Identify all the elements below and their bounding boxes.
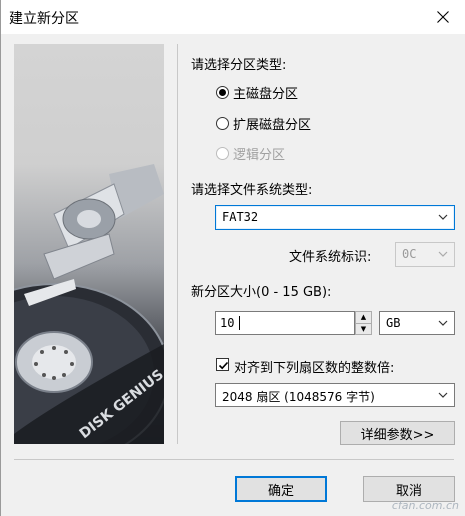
filesystem-type-value: FAT32 (222, 210, 259, 224)
close-icon (437, 11, 449, 23)
radio-indicator (216, 117, 229, 130)
radio-extended-label: 扩展磁盘分区 (233, 118, 312, 133)
align-sectors-select[interactable]: 2048 扇区 (1048576 字节) (215, 383, 455, 407)
radio-primary-partition[interactable]: 主磁盘分区 (216, 83, 298, 102)
checkmark-icon (218, 361, 229, 370)
title-bar: 建立新分区 (1, 0, 465, 34)
spin-up-icon[interactable]: ▲ (356, 312, 371, 323)
radio-primary-label: 主磁盘分区 (233, 87, 299, 102)
watermark: cfan.com.cn (391, 499, 459, 512)
spin-down-icon[interactable]: ▼ (356, 323, 371, 334)
horizontal-separator (14, 459, 454, 460)
new-partition-dialog: 建立新分区 DISK GENIUS 请选择分区类型: 主磁盘分区 扩展磁盘分区 … (0, 0, 465, 516)
radio-indicator-disabled (216, 147, 229, 160)
filesystem-id-select: 0C (395, 242, 455, 267)
details-button[interactable]: 详细参数>> (340, 421, 455, 445)
filesystem-id-value: 0C (402, 247, 417, 261)
close-button[interactable] (420, 0, 465, 34)
partition-size-value: 10 (220, 316, 235, 330)
partition-size-spinner[interactable]: ▲ ▼ (355, 311, 372, 335)
size-unit-value: GB (386, 316, 401, 330)
filesystem-type-select[interactable]: FAT32 (215, 205, 455, 230)
radio-logical-label: 逻辑分区 (233, 148, 286, 163)
text-cursor (239, 316, 240, 330)
chevron-down-icon (438, 392, 448, 398)
chevron-down-icon (438, 214, 448, 220)
align-checkbox-label: 对齐到下列扇区数的整数倍: (234, 361, 395, 376)
disk-genius-illustration: DISK GENIUS (14, 44, 164, 444)
align-sectors-value: 2048 扇区 (1048576 字节) (222, 390, 375, 404)
dialog-title: 建立新分区 (9, 11, 79, 27)
vertical-separator (177, 44, 178, 444)
partition-size-label: 新分区大小(0 - 15 GB): (191, 285, 332, 300)
chevron-down-icon (438, 320, 448, 326)
align-checkbox[interactable] (216, 358, 229, 371)
filesystem-id-label: 文件系统标识: (289, 250, 372, 265)
partition-type-label: 请选择分区类型: (191, 58, 287, 73)
chevron-down-icon (438, 251, 448, 257)
partition-size-input[interactable]: 10 (215, 311, 355, 335)
size-unit-select[interactable]: GB (379, 311, 455, 335)
radio-extended-partition[interactable]: 扩展磁盘分区 (216, 114, 311, 133)
radio-logical-partition: 逻辑分区 (216, 144, 285, 163)
filesystem-type-label: 请选择文件系统类型: (191, 183, 313, 198)
ok-button[interactable]: 确定 (235, 476, 327, 502)
radio-selected-indicator (216, 86, 229, 99)
